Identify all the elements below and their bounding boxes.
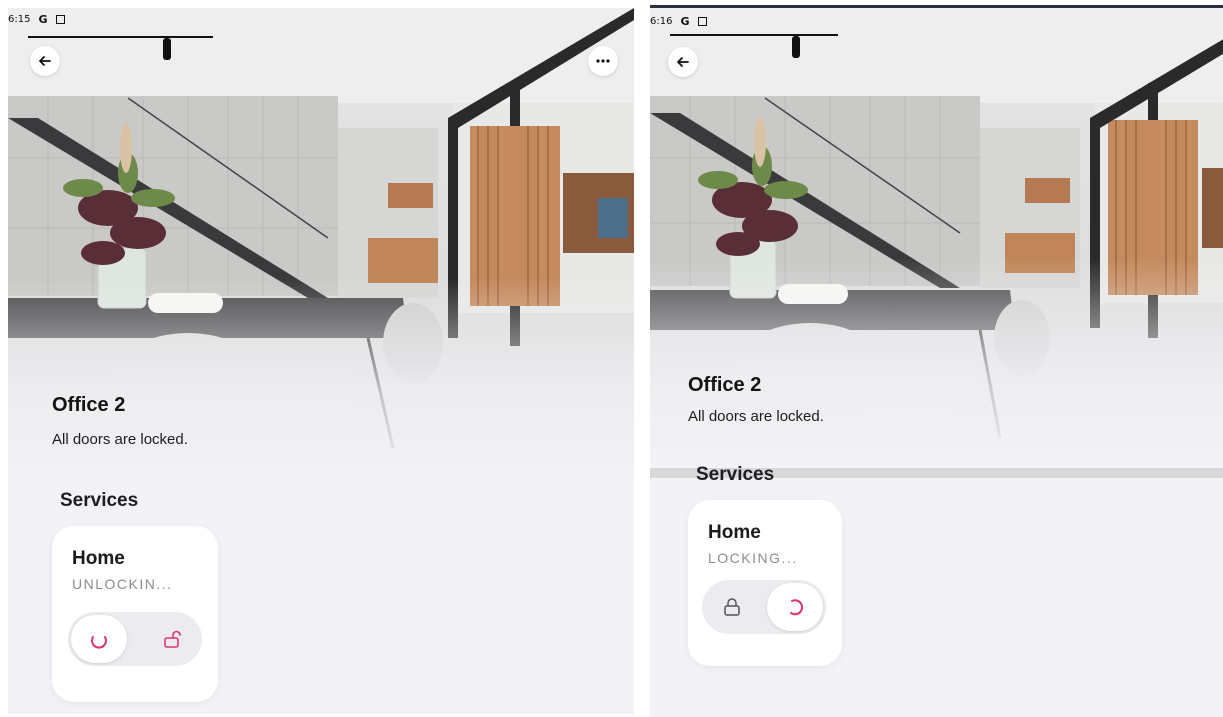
status-bar: 6:16 G bbox=[650, 10, 707, 32]
service-card-home[interactable]: Home UNLOCKIN... bbox=[52, 526, 218, 702]
spinner-icon bbox=[790, 599, 804, 616]
service-status: UNLOCKIN... bbox=[72, 576, 173, 592]
screenshot-stage: 6:15 G Office 2 All doors are locked. Se… bbox=[0, 0, 1223, 717]
status-bar: 6:15 G bbox=[8, 8, 65, 30]
photo-fade-overlay bbox=[650, 258, 1223, 468]
google-icon: G bbox=[38, 12, 48, 26]
toggle-unlock-side[interactable] bbox=[704, 580, 760, 634]
status-time: 6:16 bbox=[650, 15, 673, 27]
more-horizontal-icon bbox=[596, 59, 610, 63]
services-heading: Services bbox=[60, 490, 139, 511]
back-button[interactable] bbox=[668, 47, 698, 77]
room-lock-status: All doors are locked. bbox=[688, 408, 824, 425]
google-icon: G bbox=[680, 14, 690, 28]
photo-fade-overlay bbox=[8, 278, 634, 488]
toggle-knob-unlock[interactable] bbox=[71, 615, 127, 663]
toggle-knob-lock[interactable] bbox=[767, 583, 823, 631]
lock-toggle[interactable] bbox=[702, 580, 826, 634]
lock-icon bbox=[724, 598, 740, 616]
service-name: Home bbox=[708, 522, 761, 543]
room-lock-status: All doors are locked. bbox=[52, 431, 188, 448]
gallery-notification-icon bbox=[55, 14, 65, 24]
arrow-left-icon bbox=[39, 56, 51, 66]
service-card-home[interactable]: Home LOCKING... bbox=[688, 500, 842, 666]
lock-toggle[interactable] bbox=[68, 612, 202, 666]
lock-open-icon bbox=[164, 630, 181, 648]
phone-screen-unlocking: 6:15 G Office 2 All doors are locked. Se… bbox=[8, 8, 634, 714]
services-heading: Services bbox=[696, 464, 775, 485]
toggle-lock-side[interactable] bbox=[144, 612, 200, 666]
service-status: LOCKING... bbox=[708, 550, 798, 566]
service-name: Home bbox=[72, 548, 125, 569]
back-button[interactable] bbox=[30, 46, 60, 76]
arrow-left-icon bbox=[677, 57, 689, 67]
gallery-notification-icon bbox=[697, 16, 707, 26]
spinner-icon bbox=[91, 636, 107, 649]
room-title: Office 2 bbox=[688, 374, 762, 396]
status-time: 6:15 bbox=[8, 13, 31, 25]
room-title: Office 2 bbox=[52, 394, 126, 416]
phone-screen-locking: 6:16 G Office 2 All doors are locked. Se… bbox=[650, 5, 1223, 717]
more-options-button[interactable] bbox=[588, 46, 618, 76]
